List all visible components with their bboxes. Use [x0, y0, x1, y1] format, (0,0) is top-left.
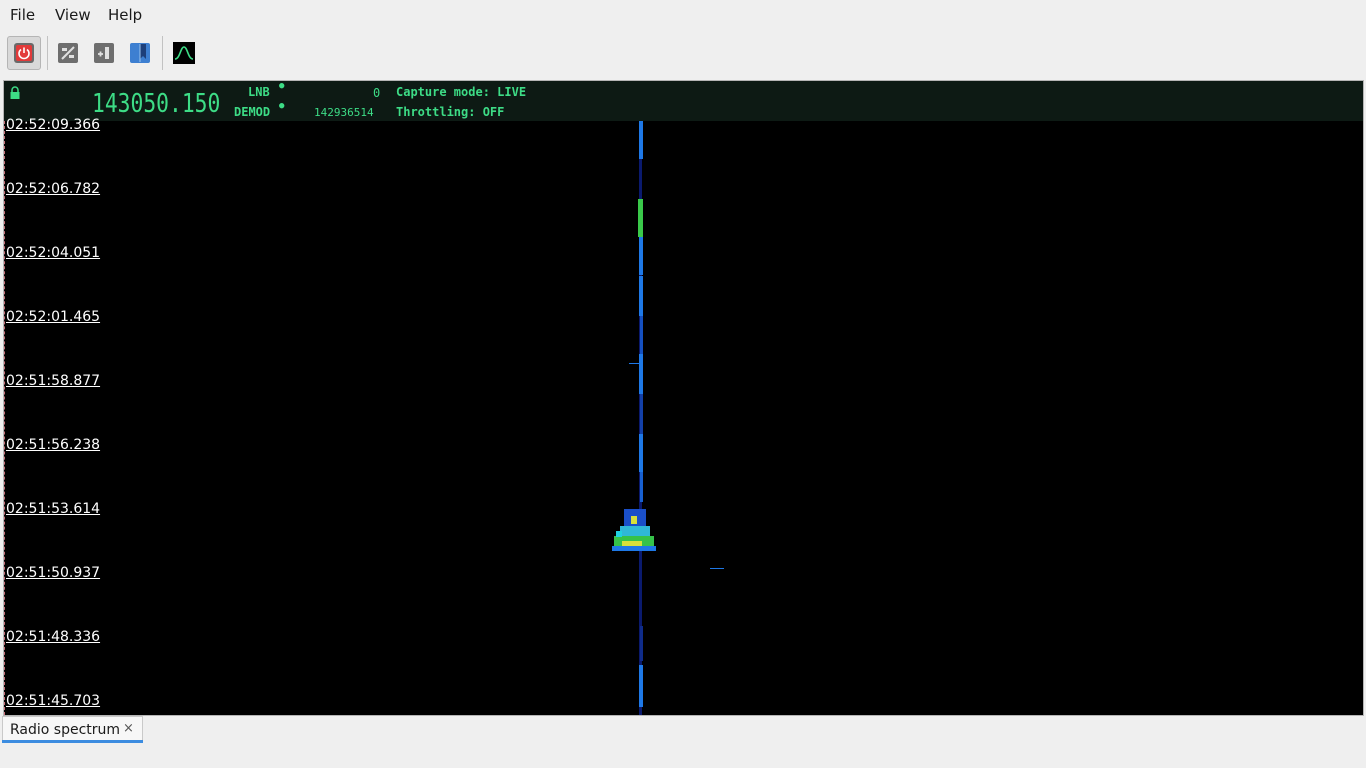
toolbar-separator	[47, 36, 48, 70]
timestamp-label: 02:51:58.877	[6, 373, 101, 389]
toolbar	[0, 32, 1366, 76]
bookmark-button[interactable]	[123, 36, 157, 70]
lnb-lock-icon[interactable]: ●	[279, 81, 284, 91]
add-icon	[94, 43, 114, 63]
demod-lock-icon[interactable]: ●	[279, 101, 284, 111]
spectrum-icon	[173, 42, 195, 64]
frequency-lcd: 143050.150 LNB ● 0 DEMOD ● 142936514 Cap…	[4, 81, 1363, 121]
bookmark-icon	[130, 43, 150, 63]
waterfall-signal	[612, 121, 724, 715]
menu-bar: File View Help	[0, 0, 1366, 30]
timestamp-label: 02:51:45.703	[6, 693, 101, 709]
timestamp-label: 02:51:50.937	[6, 565, 101, 581]
tab-bar: Radio spectrum ×	[0, 716, 1366, 746]
close-icon[interactable]: ×	[123, 721, 134, 736]
tab-radio-spectrum[interactable]: Radio spectrum ×	[2, 716, 143, 742]
timestamp-label: 02:51:53.614	[6, 501, 101, 517]
timestamp-label: 02:51:56.238	[6, 437, 101, 453]
radio-spectrum-view[interactable]: 143050.150 LNB ● 0 DEMOD ● 142936514 Cap…	[3, 80, 1364, 716]
demod-label: DEMOD	[234, 105, 271, 119]
throttling-text: Throttling: OFF	[396, 105, 505, 119]
tab-label: Radio spectrum	[10, 722, 121, 738]
timestamp-label: 02:52:01.465	[6, 309, 101, 325]
timestamp-label: 02:52:06.782	[6, 181, 101, 197]
capture-mode-text: Capture mode: LIVE	[396, 85, 527, 99]
menu-help[interactable]: Help	[108, 6, 142, 24]
timestamp-label: 02:52:09.366	[6, 117, 101, 133]
waterfall-display[interactable]: 02:52:09.366 02:52:06.782 02:52:04.051 0…	[4, 117, 1363, 715]
sliders-icon	[58, 43, 78, 63]
timestamp-label: 02:51:48.336	[6, 629, 101, 645]
lnb-value[interactable]: 0	[373, 86, 380, 100]
active-tab-indicator	[2, 740, 143, 743]
lnb-label: LNB	[248, 85, 270, 99]
timestamp-label: 02:52:04.051	[6, 245, 101, 261]
menu-file[interactable]: File	[10, 6, 35, 24]
menu-view[interactable]: View	[55, 6, 91, 24]
lock-icon[interactable]	[9, 86, 21, 100]
add-panel-button[interactable]	[87, 36, 121, 70]
spectrum-button[interactable]	[167, 36, 201, 70]
settings-button[interactable]	[51, 36, 85, 70]
power-icon	[14, 43, 34, 63]
left-boundary-marker	[4, 121, 5, 715]
main-frequency[interactable]: 143050.150	[92, 89, 220, 119]
demod-frequency[interactable]: 142936514	[314, 106, 374, 119]
toolbar-separator	[162, 36, 163, 70]
power-button[interactable]	[7, 36, 41, 70]
